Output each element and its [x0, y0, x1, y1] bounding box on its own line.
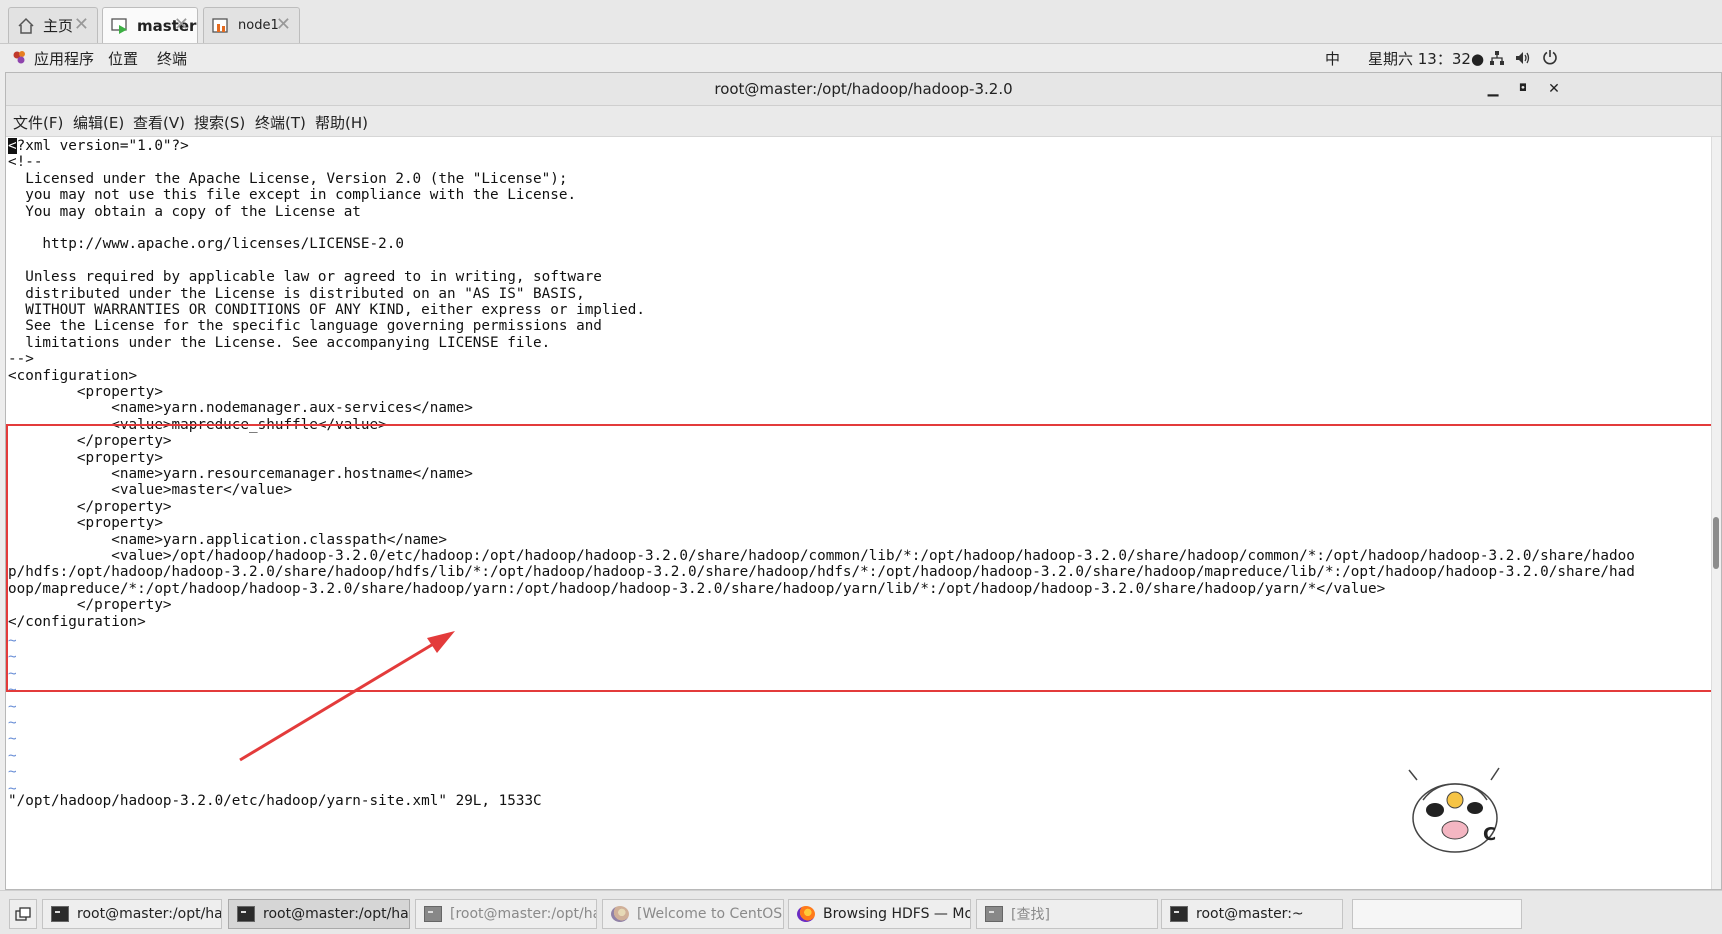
- terminal-icon: [51, 906, 69, 922]
- editor-line: <property>: [8, 384, 163, 400]
- vim-empty-line-marker: ~: [8, 731, 17, 748]
- editor-line: -->: [8, 351, 34, 368]
- editor-line: <?xml version="1.0"?>: [8, 137, 189, 155]
- firefox-icon: [797, 906, 815, 922]
- taskbar-item-label: [查找]: [1011, 907, 1050, 923]
- taskbar-item-label: Browsing HDFS — Mozil···: [823, 906, 971, 922]
- menu-file[interactable]: 文件(F): [13, 112, 63, 133]
- applications-menu[interactable]: 应用程序: [34, 48, 94, 69]
- editor-line-text: ?xml version="1.0"?>: [16, 138, 189, 154]
- tab-node1[interactable]: node1 ✕: [203, 7, 300, 43]
- editor-line: Licensed under the Apache License, Versi…: [8, 170, 568, 187]
- editor-line: http://www.apache.org/licenses/LICENSE-2…: [8, 236, 404, 253]
- terminal-icon: [237, 906, 255, 922]
- home-icon: [17, 17, 35, 35]
- vim-empty-line-marker: ~: [8, 764, 17, 781]
- scrollbar[interactable]: [1711, 137, 1721, 889]
- taskbar-item-firefox-hdfs[interactable]: Browsing HDFS — Mozil···: [788, 899, 971, 929]
- tab-home-label: 主页: [43, 17, 74, 35]
- vim-status-line: "/opt/hadoop/hadoop-3.2.0/etc/hadoop/yar…: [8, 793, 542, 809]
- editor-line: <name>yarn.nodemanager.aux-services</nam…: [8, 400, 473, 417]
- text-cursor: <: [8, 138, 17, 154]
- taskbar-item-label: [Welcome to CentOS — ···: [637, 906, 783, 922]
- firefox-icon: [611, 906, 629, 922]
- editor-line: You may obtain a copy of the License at: [8, 203, 361, 220]
- editor-line: WITHOUT WARRANTIES OR CONDITIONS OF ANY …: [8, 302, 645, 318]
- close-icon[interactable]: ✕: [174, 14, 189, 35]
- taskbar-item-label: root@master:~: [1196, 906, 1304, 922]
- menu-search[interactable]: 搜索(S): [194, 112, 245, 133]
- vim-empty-line-marker: ~: [8, 698, 17, 715]
- menu-bar: 文件(F) 编辑(E) 查看(V) 搜索(S) 终端(T) 帮助(H): [6, 106, 1721, 137]
- vm-icon: [212, 17, 230, 35]
- show-desktop-button[interactable]: [9, 899, 37, 929]
- clock[interactable]: 星期六 13：32●: [1368, 48, 1484, 69]
- tab-home[interactable]: 主页 ✕: [8, 7, 98, 43]
- terminal-menu[interactable]: 终端: [157, 48, 187, 69]
- editor-line: <!--: [8, 154, 43, 171]
- places-menu[interactable]: 位置: [108, 48, 138, 69]
- editor-line: See the License for the specific languag…: [8, 318, 602, 335]
- editor-line: distributed under the License is distrib…: [8, 285, 585, 302]
- vim-empty-line-marker: ~: [8, 715, 17, 731]
- taskbar-item-label: [root@master:/opt/hado···: [450, 906, 596, 922]
- menu-edit[interactable]: 编辑(E): [73, 112, 124, 133]
- terminal-icon: [1170, 906, 1188, 922]
- watermark-mascot-image: C: [1408, 767, 1500, 853]
- editor-line: Unless required by applicable law or agr…: [8, 269, 602, 286]
- vim-empty-line-marker: ~: [8, 747, 17, 764]
- power-icon[interactable]: [1542, 49, 1558, 69]
- taskbar: root@master:/opt/hado··· root@master:/op…: [0, 890, 1722, 934]
- annotation-highlight-box: [6, 424, 1713, 692]
- terminal-icon: [424, 906, 442, 922]
- input-method-indicator[interactable]: 中: [1325, 48, 1340, 69]
- editor-line: <configuration>: [8, 367, 138, 384]
- taskbar-item-terminal-1[interactable]: root@master:/opt/hado···: [42, 899, 222, 929]
- maximize-button[interactable]: ◘: [1512, 78, 1534, 100]
- editor-line: limitations under the License. See accom…: [8, 334, 551, 351]
- close-icon[interactable]: ✕: [74, 14, 89, 35]
- close-icon[interactable]: ✕: [276, 14, 291, 35]
- taskbar-item-label: root@master:/opt/hado···: [77, 906, 222, 922]
- volume-icon[interactable]: [1514, 50, 1532, 70]
- taskbar-item-search[interactable]: [查找]: [976, 899, 1158, 929]
- taskbar-item-firefox-welcome[interactable]: [Welcome to CentOS — ···: [602, 899, 784, 929]
- vm-tab-bar: 主页 ✕ master ✕ node1 ✕: [0, 0, 1722, 44]
- network-icon[interactable]: [1489, 50, 1505, 70]
- taskbar-item-terminal-2[interactable]: root@master:/opt/hado···: [228, 899, 410, 929]
- svg-text:C: C: [1483, 824, 1496, 845]
- vm-running-icon: [111, 17, 129, 35]
- menu-help[interactable]: 帮助(H): [315, 112, 368, 133]
- taskbar-item-label: root@master:/opt/hado···: [263, 906, 409, 922]
- tab-node1-label: node1: [238, 18, 279, 33]
- terminal-icon: [985, 906, 1003, 922]
- workspace-switcher[interactable]: [1352, 899, 1522, 929]
- applications-icon: [12, 49, 28, 69]
- menu-view[interactable]: 查看(V): [133, 112, 185, 133]
- top-panel: 应用程序 位置 终端 中 星期六 13：32●: [0, 44, 1722, 72]
- menu-terminal[interactable]: 终端(T): [255, 112, 306, 133]
- tab-master[interactable]: master ✕: [102, 7, 198, 43]
- taskbar-item-terminal-home[interactable]: root@master:~: [1161, 899, 1343, 929]
- show-desktop-icon: [15, 907, 31, 921]
- window-titlebar[interactable]: root@master:/opt/hadoop/hadoop-3.2.0 ▁ ◘…: [6, 73, 1721, 106]
- taskbar-item-terminal-3[interactable]: [root@master:/opt/hado···: [415, 899, 597, 929]
- window-title: root@master:/opt/hadoop/hadoop-3.2.0: [714, 80, 1013, 98]
- scrollbar-thumb[interactable]: [1713, 517, 1719, 569]
- minimize-button[interactable]: ▁: [1482, 78, 1504, 100]
- close-button[interactable]: ✕: [1543, 78, 1565, 100]
- editor-line: you may not use this file except in comp…: [8, 187, 577, 204]
